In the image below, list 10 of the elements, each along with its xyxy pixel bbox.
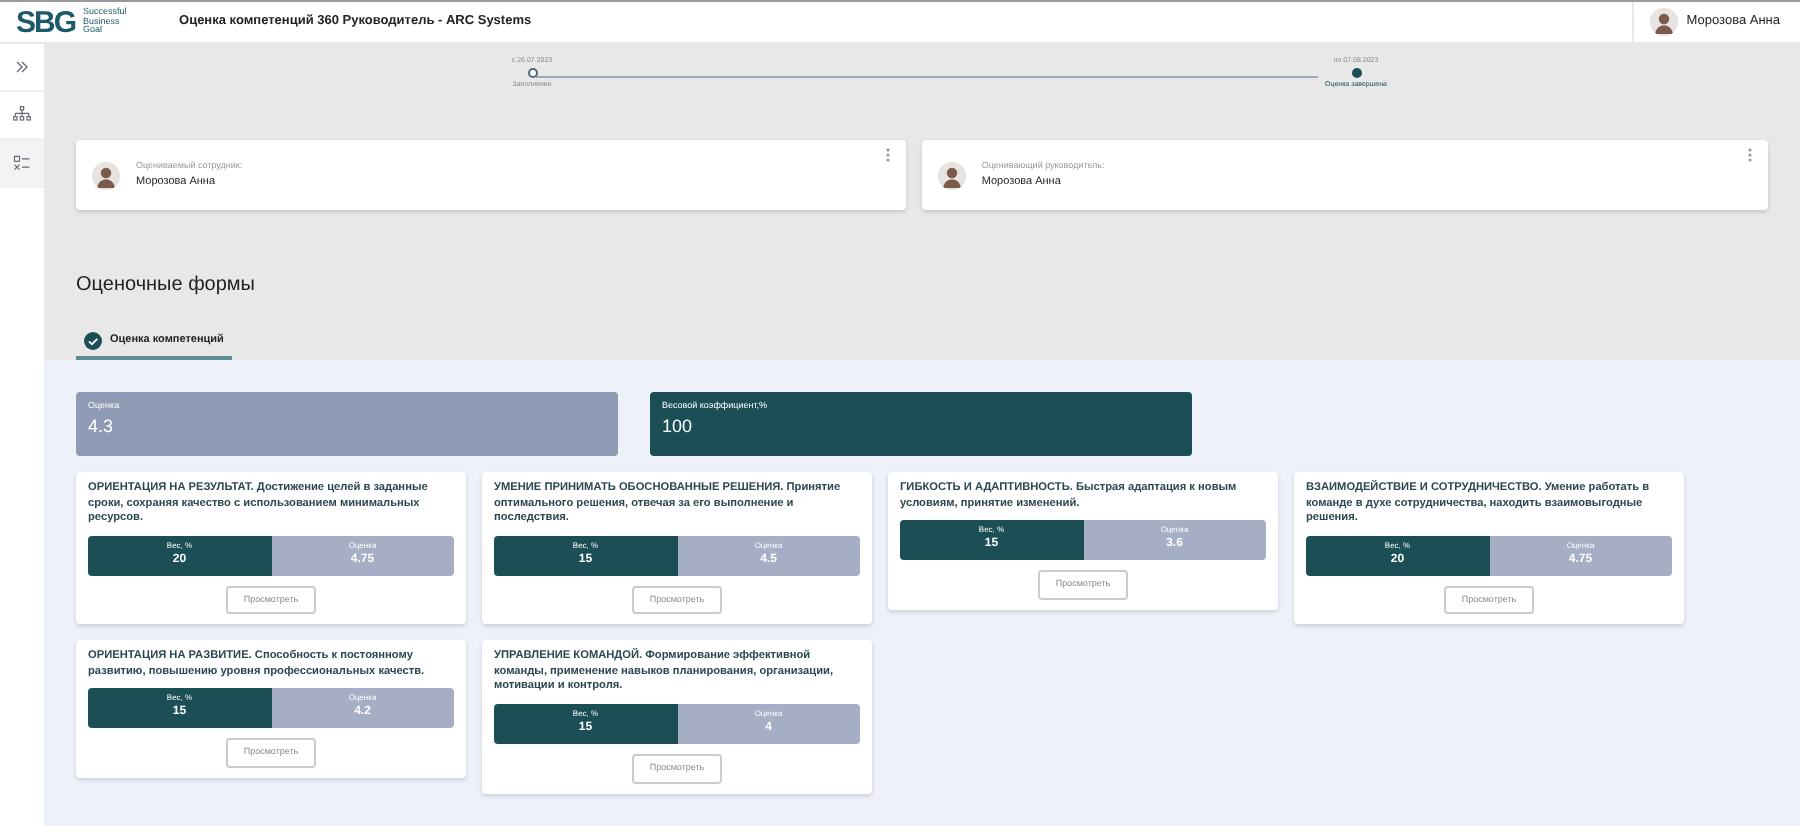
section-title: Оценочные формы: [76, 272, 257, 300]
summary-value: 4.3: [88, 413, 116, 440]
hierarchy-icon: [12, 104, 32, 126]
check-icon: [84, 332, 102, 350]
expand-icon: [12, 56, 32, 78]
summary-value: 100: [662, 413, 695, 440]
more-icon[interactable]: [885, 148, 890, 162]
checklist-icon: [12, 152, 32, 174]
sidebar-item[interactable]: [0, 140, 44, 188]
logo: SBG: [16, 7, 76, 37]
